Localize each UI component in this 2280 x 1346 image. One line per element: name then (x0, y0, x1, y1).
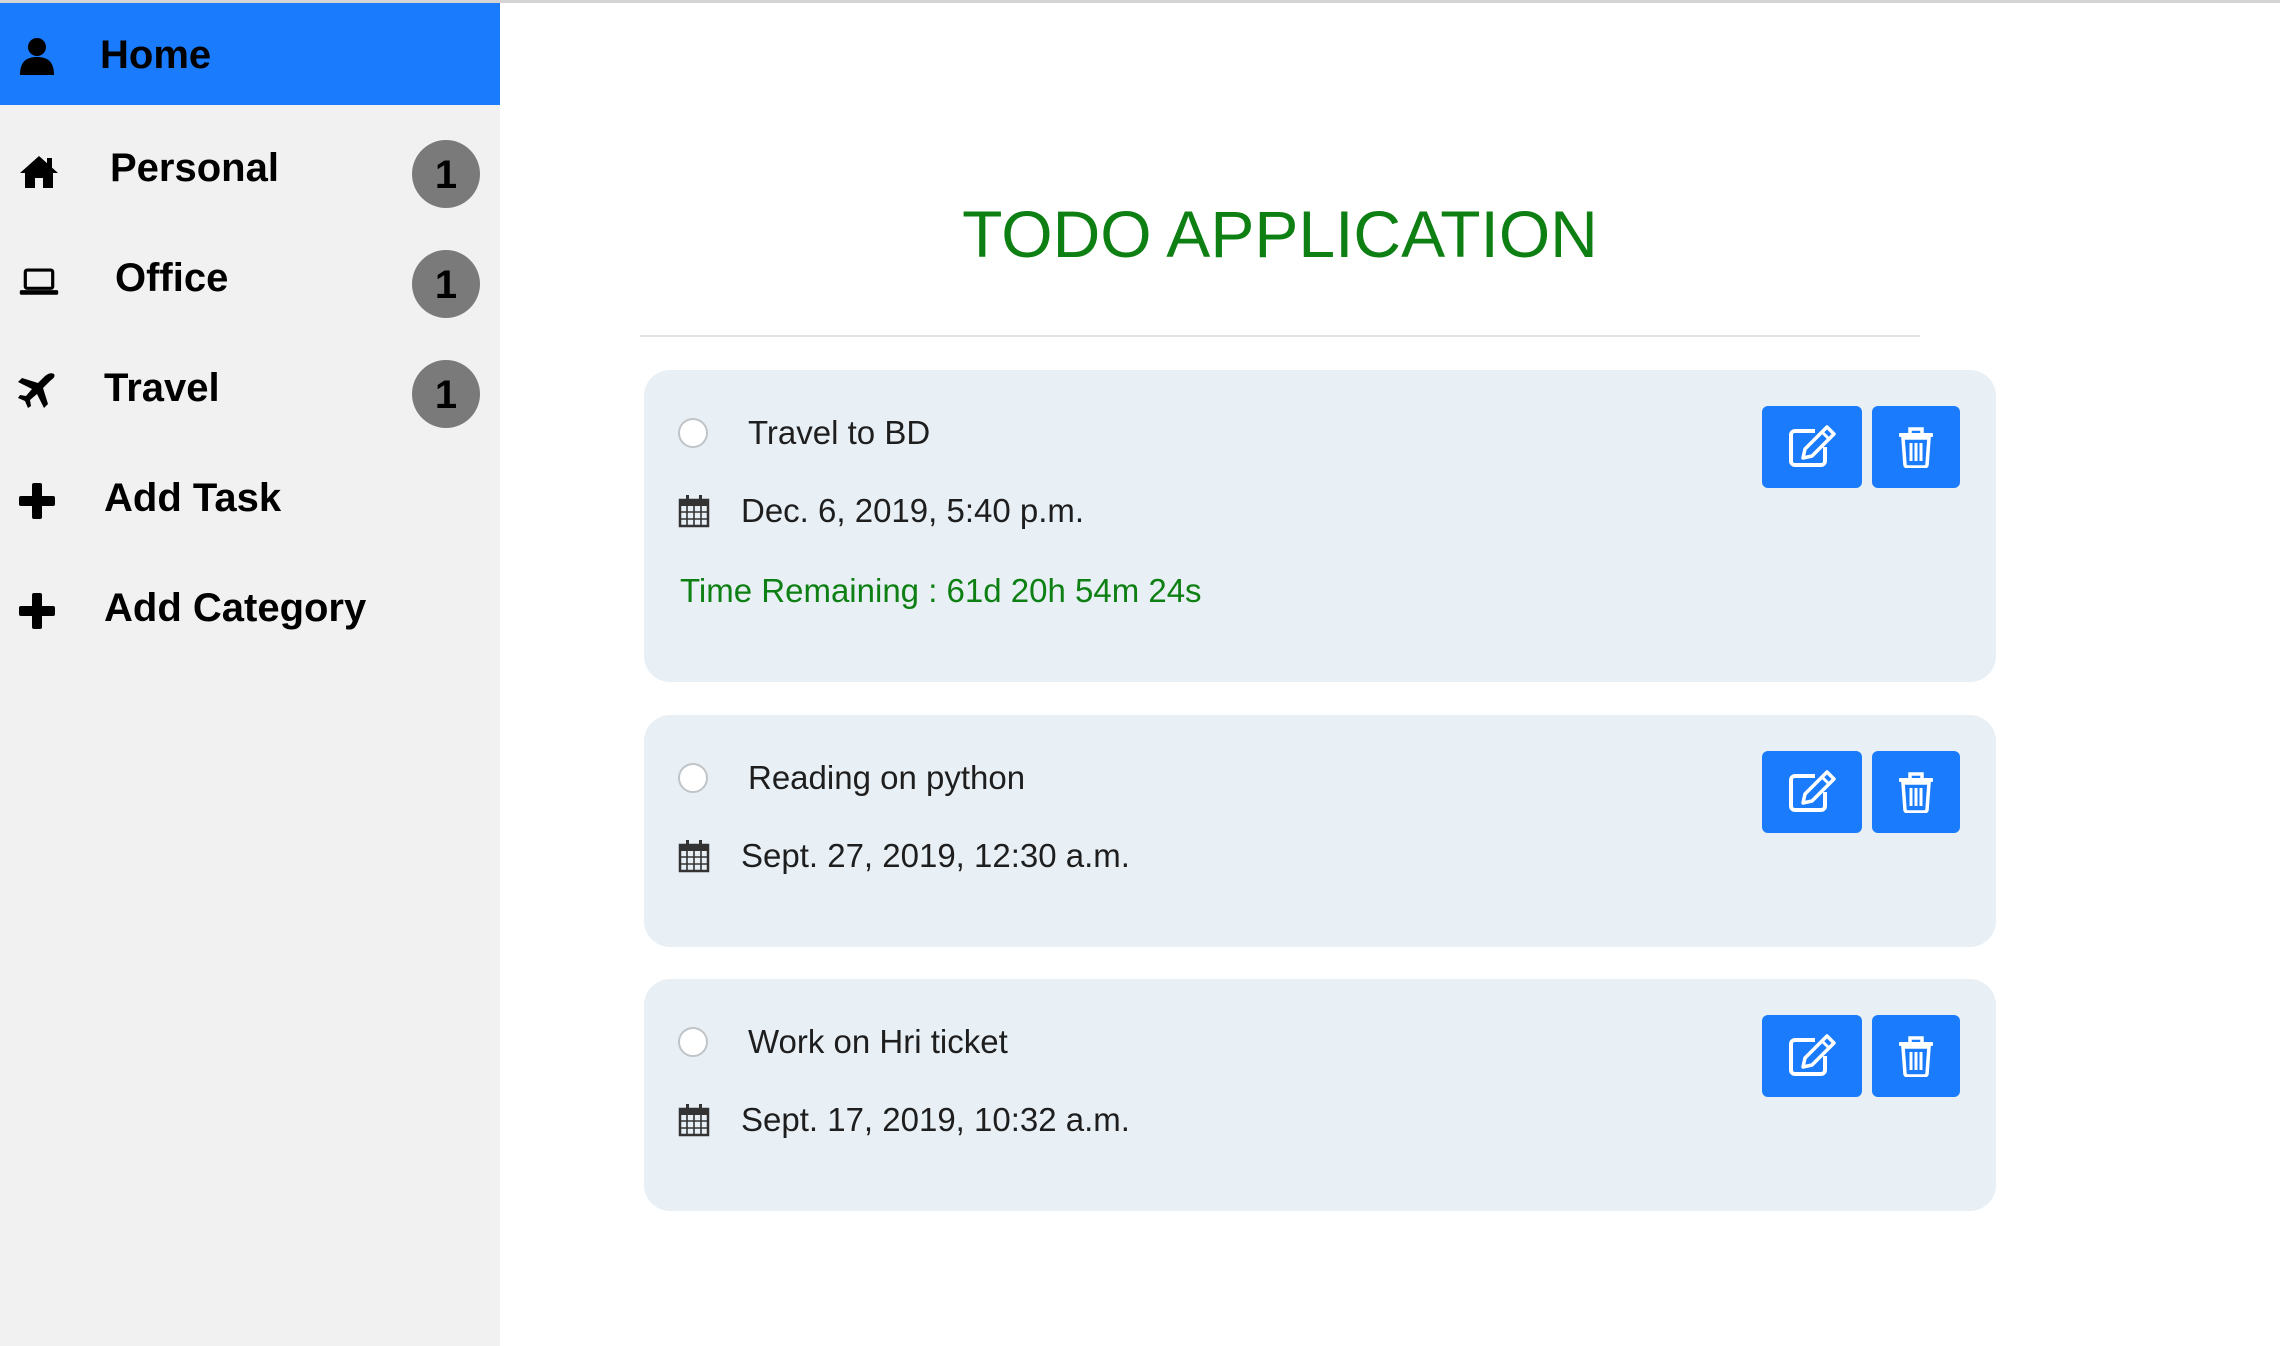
sidebar-item-label: Travel (104, 366, 220, 410)
sidebar-item-label: Home (100, 33, 212, 77)
title-divider (640, 335, 1920, 337)
sidebar-item-home[interactable]: Home (0, 3, 500, 105)
sidebar-item-label: Office (115, 256, 229, 300)
complete-checkbox[interactable] (678, 418, 708, 448)
edit-icon (1789, 1034, 1836, 1076)
sidebar-item-label: Add Task (104, 476, 282, 520)
edit-icon (1789, 425, 1836, 467)
trash-icon (1899, 1036, 1933, 1077)
page-title: TODO APPLICATION (962, 197, 1598, 271)
home-icon (18, 150, 60, 192)
count-badge: 1 (412, 140, 480, 208)
trash-icon (1899, 427, 1933, 468)
sidebar-item-label: Add Category (104, 586, 367, 630)
count-badge: 1 (412, 250, 480, 318)
task-title: Work on Hri ticket (748, 1023, 1008, 1060)
time-remaining: Time Remaining : 61d 20h 54m 24s (680, 572, 1202, 609)
edit-button[interactable] (1762, 751, 1862, 833)
task-card: Travel to BD Dec. 6, 2019, 5:40 p.m. Tim… (644, 370, 1996, 682)
plus-icon (16, 590, 58, 632)
user-icon (16, 35, 58, 77)
delete-button[interactable] (1872, 1015, 1960, 1097)
complete-checkbox[interactable] (678, 1027, 708, 1057)
task-due-date: Dec. 6, 2019, 5:40 p.m. (741, 492, 1085, 529)
task-card: Reading on python Sept. 27, 2019, 12:30 … (644, 715, 1996, 947)
sidebar: Home Personal 1 Office 1 Travel 1 Add Ta… (0, 3, 500, 1346)
delete-button[interactable] (1872, 751, 1960, 833)
sidebar-item-travel[interactable]: Travel 1 (0, 340, 500, 442)
sidebar-item-personal[interactable]: Personal 1 (0, 120, 500, 222)
plane-icon (16, 370, 58, 412)
calendar-icon (678, 1103, 710, 1137)
sidebar-item-add-task[interactable]: Add Task (0, 450, 500, 552)
complete-checkbox[interactable] (678, 763, 708, 793)
sidebar-item-add-category[interactable]: Add Category (0, 560, 500, 662)
task-title: Reading on python (748, 759, 1026, 796)
laptop-icon (18, 260, 60, 302)
edit-icon (1789, 770, 1836, 812)
delete-button[interactable] (1872, 406, 1960, 488)
plus-icon (16, 480, 58, 522)
task-due-date: Sept. 17, 2019, 10:32 a.m. (741, 1101, 1130, 1138)
sidebar-item-office[interactable]: Office 1 (0, 230, 500, 332)
edit-button[interactable] (1762, 406, 1862, 488)
calendar-icon (678, 839, 710, 873)
task-due-date: Sept. 27, 2019, 12:30 a.m. (741, 837, 1130, 874)
count-badge: 1 (412, 360, 480, 428)
calendar-icon (678, 494, 710, 528)
task-card: Work on Hri ticket Sept. 17, 2019, 10:32… (644, 979, 1996, 1211)
trash-icon (1899, 772, 1933, 813)
sidebar-item-label: Personal (110, 146, 279, 190)
edit-button[interactable] (1762, 1015, 1862, 1097)
task-title: Travel to BD (748, 414, 931, 451)
